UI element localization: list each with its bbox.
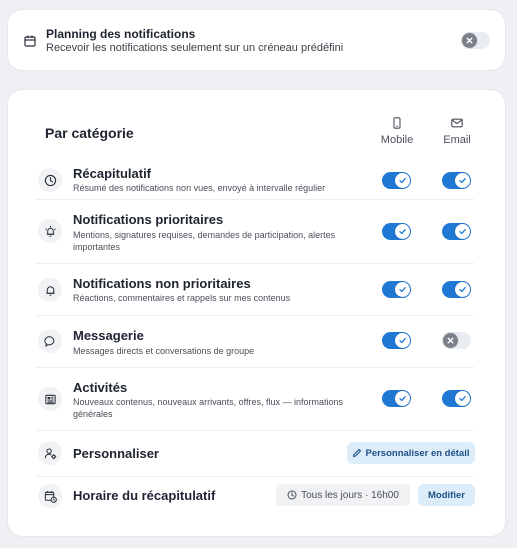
toggle-messaging-email[interactable] — [442, 332, 471, 349]
planning-title: Planning des notifications — [46, 27, 196, 41]
toggle-knob — [395, 173, 410, 188]
check-icon — [459, 287, 466, 293]
newspaper-icon — [44, 394, 56, 404]
column-email-label: Email — [443, 134, 471, 146]
row-desc-nonpriority: Réactions, commentaires et rappels sur m… — [73, 293, 291, 303]
row-title-nonpriority: Notifications non prioritaires — [73, 276, 251, 291]
row-title-activities: Activités — [73, 380, 128, 395]
row-divider — [36, 367, 474, 368]
row-icon-wrap — [38, 484, 62, 508]
customize-detail-label: Personnaliser en détail — [365, 447, 470, 459]
calendar-clock-icon — [44, 490, 57, 503]
customize-title: Personnaliser — [73, 446, 159, 461]
phone-icon — [393, 117, 401, 129]
row-icon-wrap — [38, 219, 62, 243]
check-icon — [399, 178, 406, 184]
clock-icon — [44, 174, 56, 186]
row-divider — [36, 315, 474, 316]
check-icon — [399, 396, 406, 402]
toggle-knob — [395, 282, 410, 297]
toggle-priority-mobile[interactable] — [382, 223, 411, 240]
column-email: Email — [432, 117, 482, 146]
section-title: Par catégorie — [45, 125, 134, 141]
row-icon-wrap — [38, 168, 62, 192]
toggle-activities-mobile[interactable] — [382, 390, 411, 407]
row-icon-wrap — [38, 278, 62, 302]
column-mobile-label: Mobile — [380, 134, 414, 146]
toggle-knob — [395, 224, 410, 239]
row-desc-priority: Mentions, signatures requises, demandes … — [73, 230, 336, 252]
row-icon-wrap — [38, 387, 62, 411]
planning-toggle[interactable] — [461, 32, 490, 49]
close-icon — [466, 37, 473, 44]
modify-schedule-label: Modifier — [428, 489, 465, 501]
pencil-icon — [353, 448, 362, 458]
toggle-priority-email[interactable] — [442, 223, 471, 240]
row-desc-recap: Résumé des notifications non vues, envoy… — [73, 183, 326, 193]
column-mobile: Mobile — [372, 117, 422, 146]
schedule-value-label: Tous les jours · 16h00 — [301, 489, 399, 501]
row-icon-wrap — [38, 329, 62, 353]
toggle-knob — [455, 391, 470, 406]
row-desc-messaging: Messages directs et conversations de gro… — [73, 346, 255, 356]
check-icon — [459, 178, 466, 184]
bell-icon — [45, 285, 55, 296]
check-icon — [399, 338, 406, 344]
toggle-knob — [395, 333, 410, 348]
close-icon — [447, 337, 454, 344]
schedule-title: Horaire du récapitulatif — [73, 488, 216, 503]
category-card: Par catégorie Mobile Email Récapitulatif… — [8, 90, 505, 536]
chat-icon — [43, 335, 54, 347]
row-divider — [36, 430, 474, 431]
toggle-knob — [455, 224, 470, 239]
toggle-knob — [462, 33, 477, 48]
planning-card: Planning des notifications Recevoir les … — [8, 10, 505, 70]
toggle-recap-email[interactable] — [442, 172, 471, 189]
row-title-recap: Récapitulatif — [73, 166, 152, 181]
schedule-value: Tous les jours · 16h00 — [276, 484, 410, 506]
row-icon-wrap — [38, 441, 62, 465]
modify-schedule-button[interactable]: Modifier — [418, 484, 475, 506]
mail-icon — [451, 118, 463, 128]
row-divider — [36, 263, 474, 264]
toggle-knob — [395, 391, 410, 406]
row-title-priority: Notifications prioritaires — [73, 212, 224, 227]
toggle-messaging-mobile[interactable] — [382, 332, 411, 349]
toggle-knob — [455, 282, 470, 297]
toggle-nonpriority-email[interactable] — [442, 281, 471, 298]
toggle-knob — [455, 173, 470, 188]
row-title-messaging: Messagerie — [73, 328, 144, 343]
row-divider — [36, 476, 474, 477]
clock-icon — [287, 490, 297, 500]
customize-detail-button[interactable]: Personnaliser en détail — [347, 442, 475, 464]
planning-description: Recevoir les notifications seulement sur… — [46, 42, 344, 54]
alert-bell-icon — [44, 225, 56, 237]
toggle-knob — [443, 333, 458, 348]
calendar-icon — [24, 35, 36, 47]
check-icon — [399, 229, 406, 235]
row-desc-activities: Nouveaux contenus, nouveaux arrivants, o… — [73, 397, 343, 419]
toggle-recap-mobile[interactable] — [382, 172, 411, 189]
check-icon — [459, 396, 466, 402]
check-icon — [399, 287, 406, 293]
toggle-activities-email[interactable] — [442, 390, 471, 407]
toggle-nonpriority-mobile[interactable] — [382, 281, 411, 298]
check-icon — [459, 229, 466, 235]
row-divider — [36, 199, 474, 200]
user-settings-icon — [44, 448, 56, 459]
